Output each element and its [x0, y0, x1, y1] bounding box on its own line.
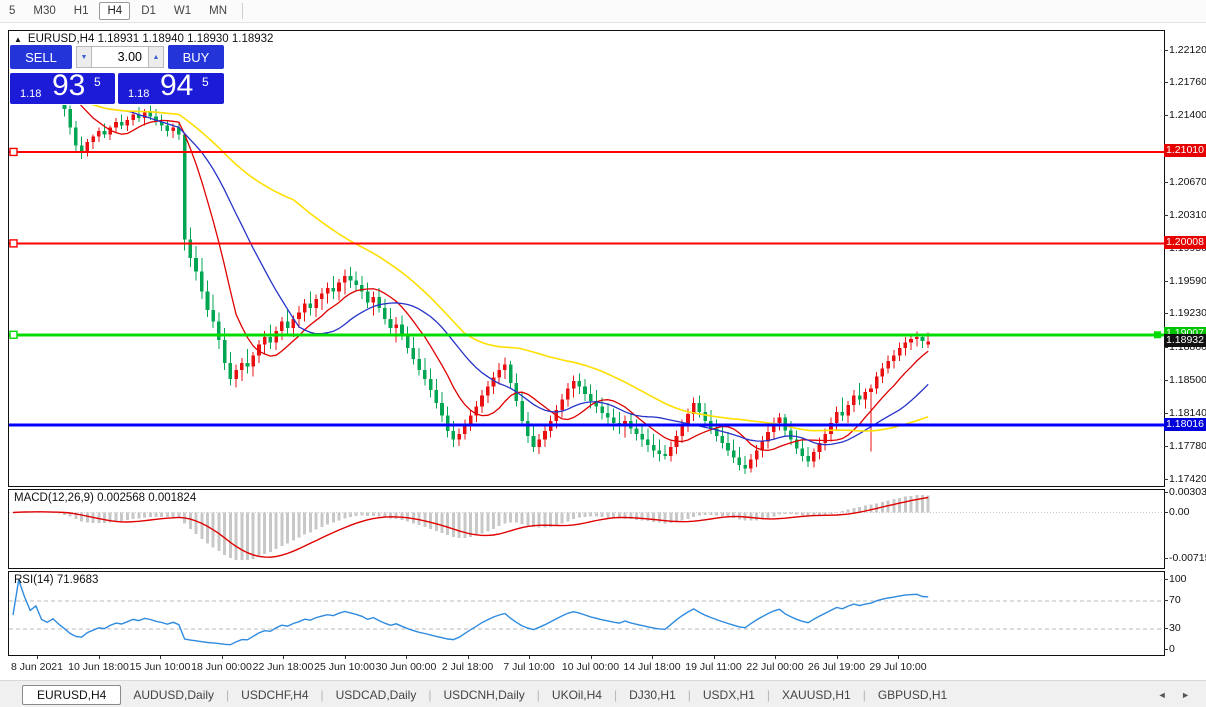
price-tick-label: 1.20670 — [1169, 176, 1206, 188]
timeframe-button-5[interactable]: 5 — [2, 3, 22, 19]
toolbar-separator — [242, 3, 243, 19]
date-tick — [406, 656, 407, 659]
sell-quote-box[interactable]: 1.18 93 5 — [10, 73, 115, 104]
collapse-chart-icon[interactable]: ▲ — [14, 35, 22, 44]
macd-axis-label: 0.00 — [1169, 506, 1189, 518]
price-tick-label: 1.17420 — [1169, 473, 1206, 485]
buy-price-big: 94 — [160, 69, 193, 103]
rsi-axis-label: 100 — [1169, 573, 1187, 585]
date-tick — [591, 656, 592, 659]
date-label: 26 Jul 19:00 — [808, 661, 865, 673]
date-label: 25 Jun 10:00 — [314, 661, 375, 673]
date-axis[interactable]: 8 Jun 2021 10 Jun 18:0015 Jun 10:0018 Jun… — [8, 656, 1165, 679]
date-tick — [222, 656, 223, 659]
chart-tab-eurusd[interactable]: EURUSD,H4 — [22, 685, 121, 705]
date-label: 22 Jul 00:00 — [746, 661, 803, 673]
date-tick — [837, 656, 838, 659]
rsi-axis-label: 70 — [1169, 594, 1181, 606]
date-label: 29 Jul 10:00 — [869, 661, 926, 673]
rsi-panel[interactable]: RSI(14) 71.9683 — [8, 571, 1165, 656]
volume-decrease-icon[interactable]: ▼ — [76, 46, 92, 68]
timeframe-button-w1[interactable]: W1 — [167, 3, 198, 19]
trading-terminal-window: 5M30H1H4D1W1MN ▲ EURUSD,H4 1.18931 1.189… — [0, 0, 1206, 707]
date-tick — [345, 656, 346, 659]
date-label: 18 Jun 00:00 — [191, 661, 252, 673]
chart-tab-gbpusd[interactable]: GBPUSD,H1 — [866, 686, 959, 704]
chart-tab-usdx[interactable]: USDX,H1 — [691, 686, 767, 704]
buy-button[interactable]: BUY — [168, 45, 224, 69]
date-label: 7 Jul 10:00 — [503, 661, 554, 673]
date-tick — [652, 656, 653, 659]
volume-increase-icon[interactable]: ▲ — [148, 46, 164, 68]
chart-tab-usdchf[interactable]: USDCHF,H4 — [229, 686, 320, 704]
macd-panel[interactable]: MACD(12,26,9) 0.002568 0.001824 — [8, 489, 1165, 569]
chart-tab-bar: EURUSD,H4AUDUSD,Daily|USDCHF,H4|USDCAD,D… — [0, 680, 1206, 707]
price-level-marker: 1.21010 — [1164, 144, 1206, 157]
rsi-label: RSI(14) 71.9683 — [14, 574, 98, 586]
date-label: 14 Jul 18:00 — [623, 661, 680, 673]
date-label: 8 Jun 2021 — [11, 661, 63, 673]
date-label: 2 Jul 18:00 — [442, 661, 493, 673]
sell-button[interactable]: SELL — [10, 45, 72, 69]
one-click-trade-panel: SELL ▼ ▲ BUY 1.18 93 5 1.18 94 5 — [10, 45, 224, 105]
price-tick-label: 1.17780 — [1169, 440, 1206, 452]
date-tick — [468, 656, 469, 659]
volume-input[interactable] — [92, 46, 148, 68]
price-tick-label: 1.21760 — [1169, 76, 1206, 88]
tab-scroll-arrows[interactable]: ◄ ► — [1158, 690, 1196, 700]
date-tick — [283, 656, 284, 659]
date-tick — [898, 656, 899, 659]
date-label: 30 Jun 00:00 — [376, 661, 437, 673]
price-level-marker: 1.18932 — [1164, 334, 1206, 347]
price-tick-label: 1.20310 — [1169, 209, 1206, 221]
price-axis[interactable]: 0.003031 0.00 -0.00715 100 70 30 0 1.22120 1.217… — [1164, 30, 1206, 656]
chart-tab-ukoil[interactable]: UKOil,H4 — [540, 686, 614, 704]
timeframe-button-h4[interactable]: H4 — [99, 2, 130, 20]
chart-header: ▲ EURUSD,H4 1.18931 1.18940 1.18930 1.18… — [14, 33, 273, 45]
date-tick — [99, 656, 100, 659]
date-label: 22 Jun 18:00 — [253, 661, 314, 673]
timeframe-button-d1[interactable]: D1 — [134, 3, 163, 19]
date-tick — [160, 656, 161, 659]
timeframe-toolbar: 5M30 H1H4D1W1MN — [0, 0, 1206, 23]
date-label: 10 Jun 18:00 — [68, 661, 129, 673]
date-label: 19 Jul 11:00 — [685, 661, 741, 673]
price-tick-label: 1.18500 — [1169, 374, 1206, 386]
date-tick — [529, 656, 530, 659]
date-tick — [37, 656, 38, 659]
date-tick — [714, 656, 715, 659]
price-tick-label: 1.21400 — [1169, 109, 1206, 121]
timeframe-button-h1[interactable]: H1 — [67, 3, 96, 19]
price-level-marker: 1.18016 — [1164, 418, 1206, 431]
buy-quote-box[interactable]: 1.18 94 5 — [118, 73, 224, 104]
sell-price-prefix: 1.18 — [20, 88, 41, 100]
buy-price-pipette: 5 — [202, 75, 209, 89]
chart-tab-usdcnh[interactable]: USDCNH,Daily — [431, 686, 536, 704]
macd-label: MACD(12,26,9) 0.002568 0.001824 — [14, 492, 196, 504]
buy-price-prefix: 1.18 — [128, 88, 149, 100]
chart-tab-xauusd[interactable]: XAUUSD,H1 — [770, 686, 863, 704]
sell-price-pipette: 5 — [94, 75, 101, 89]
chart-tab-audusd[interactable]: AUDUSD,Daily — [121, 686, 226, 704]
timeframe-button-m30[interactable]: M30 — [26, 3, 62, 19]
price-tick-label: 1.19590 — [1169, 275, 1206, 287]
macd-axis-label: 0.003031 — [1169, 486, 1206, 498]
timeframe-button-mn[interactable]: MN — [202, 3, 234, 19]
rsi-axis-label: 30 — [1169, 622, 1181, 634]
price-tick-label: 1.22120 — [1169, 44, 1206, 56]
macd-axis-label: -0.00715 — [1169, 552, 1206, 564]
date-label: 10 Jul 00:00 — [562, 661, 619, 673]
price-tick-label: 1.19230 — [1169, 307, 1206, 319]
rsi-axis-label: 0 — [1169, 643, 1175, 655]
chart-tab-usdcad[interactable]: USDCAD,Daily — [324, 686, 429, 704]
price-level-marker: 1.20008 — [1164, 236, 1206, 249]
chart-tab-dj30[interactable]: DJ30,H1 — [617, 686, 688, 704]
sell-price-big: 93 — [52, 69, 85, 103]
date-tick — [775, 656, 776, 659]
date-label: 15 Jun 10:00 — [130, 661, 191, 673]
chart-symbol-quote: EURUSD,H4 1.18931 1.18940 1.18930 1.1893… — [28, 33, 274, 45]
rsi-chart[interactable] — [9, 572, 1164, 655]
